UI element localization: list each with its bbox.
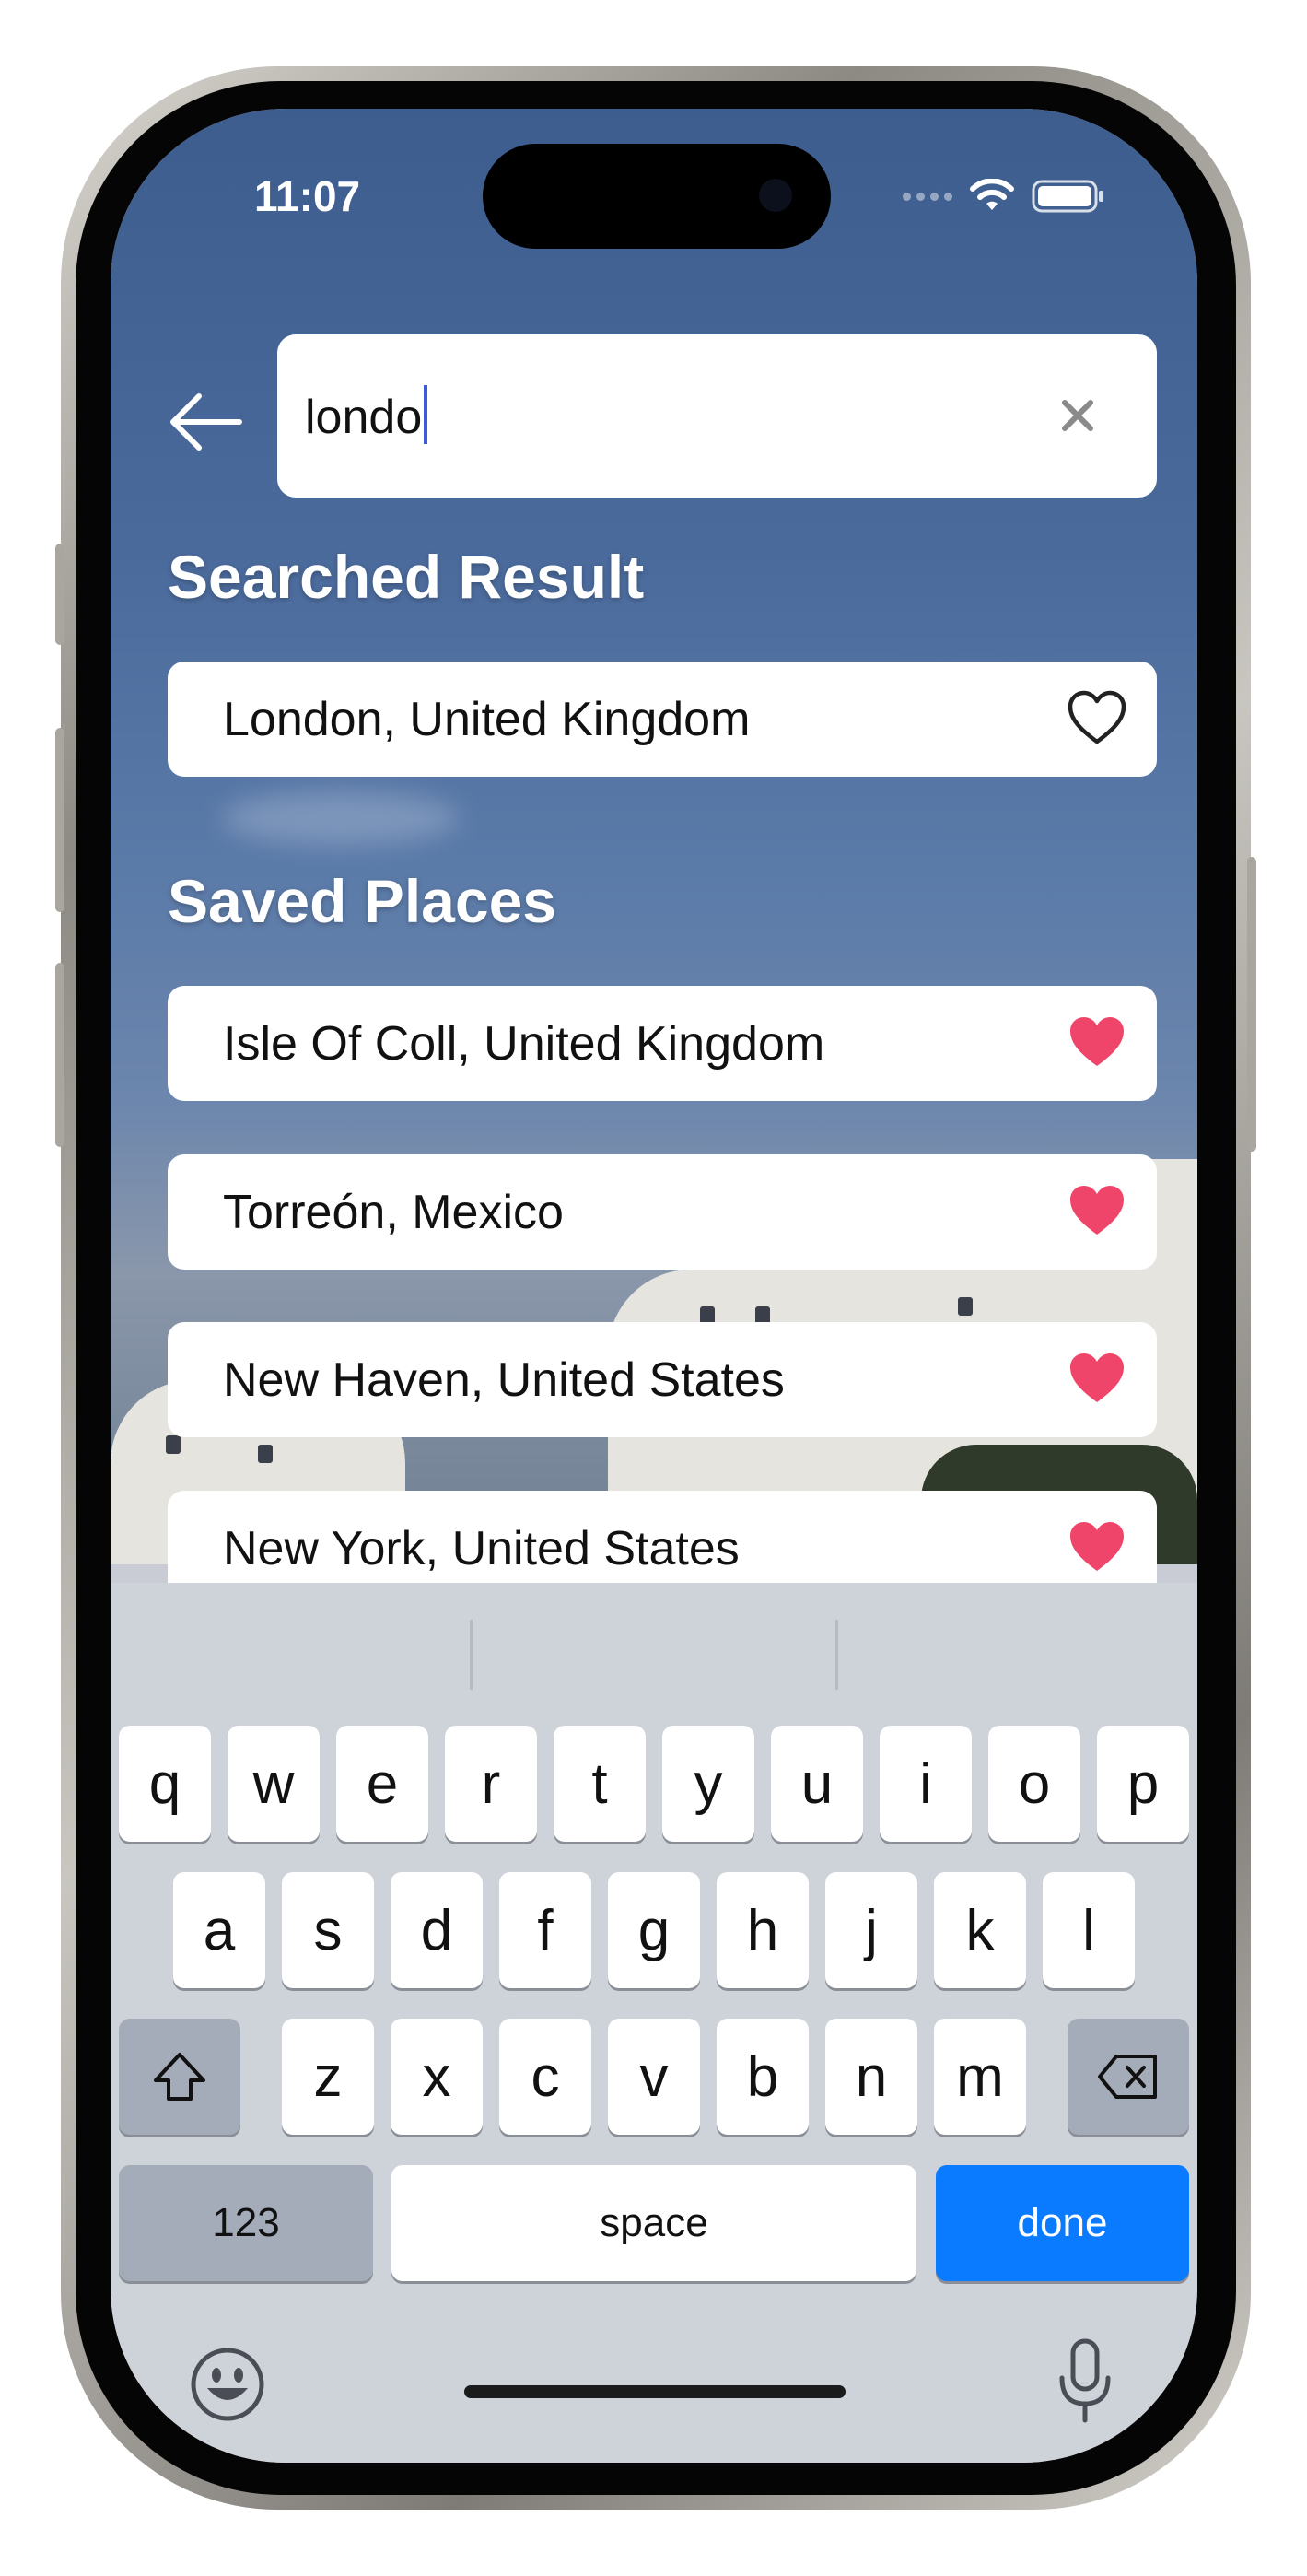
suggestion-divider — [470, 1620, 473, 1690]
back-button[interactable] — [166, 383, 243, 461]
heart-filled-icon[interactable] — [1067, 1518, 1127, 1575]
key-e[interactable]: e — [336, 1726, 428, 1842]
delete-key[interactable] — [1068, 2019, 1189, 2135]
heart-filled-icon[interactable] — [1067, 1182, 1127, 1239]
heart-filled-icon[interactable] — [1067, 1350, 1127, 1407]
emoji-icon — [191, 2348, 264, 2421]
search-input[interactable]: londo — [277, 334, 1157, 498]
shift-key[interactable] — [119, 2019, 240, 2135]
status-icons — [903, 179, 1105, 214]
key-r[interactable]: r — [445, 1726, 537, 1842]
key-u[interactable]: u — [771, 1726, 863, 1842]
key-j[interactable]: j — [825, 1872, 917, 1988]
saved-place-item[interactable]: Isle Of Coll, United Kingdom — [168, 986, 1157, 1101]
place-label: Isle Of Coll, United Kingdom — [223, 1017, 825, 1071]
heart-outline-icon[interactable] — [1067, 689, 1127, 746]
key-i[interactable]: i — [880, 1726, 972, 1842]
emoji-button[interactable] — [184, 2341, 271, 2428]
shift-icon — [154, 2053, 205, 2101]
key-h[interactable]: h — [717, 1872, 809, 1988]
place-label: Torreón, Mexico — [223, 1186, 564, 1239]
window — [166, 1435, 181, 1454]
search-result-item[interactable]: London, United Kingdom — [168, 662, 1157, 777]
key-z[interactable]: z — [282, 2019, 374, 2135]
clear-search-button[interactable] — [1054, 392, 1102, 439]
key-w[interactable]: w — [228, 1726, 320, 1842]
key-c[interactable]: c — [499, 2019, 591, 2135]
heart-filled-icon[interactable] — [1067, 1013, 1127, 1071]
saved-places-title: Saved Places — [168, 867, 556, 935]
key-b[interactable]: b — [717, 2019, 809, 2135]
action-button — [55, 544, 64, 645]
key-d[interactable]: d — [391, 1872, 483, 1988]
space-key[interactable]: space — [391, 2165, 916, 2281]
key-y[interactable]: y — [662, 1726, 754, 1842]
window — [958, 1297, 973, 1316]
front-camera-icon — [759, 179, 792, 212]
key-n[interactable]: n — [825, 2019, 917, 2135]
power-button — [1247, 857, 1256, 1152]
key-k[interactable]: k — [934, 1872, 1026, 1988]
text-caret — [424, 385, 428, 444]
place-label: London, United Kingdom — [223, 693, 751, 746]
dictation-button[interactable] — [1046, 2336, 1124, 2428]
done-key[interactable]: done — [936, 2165, 1189, 2281]
cloud — [221, 790, 461, 846]
key-v[interactable]: v — [608, 2019, 700, 2135]
key-m[interactable]: m — [934, 2019, 1026, 2135]
phone-screen: 11:07 londo Searched Result London, Unit… — [111, 109, 1197, 2463]
wifi-icon — [970, 179, 1014, 210]
home-indicator[interactable] — [464, 2385, 846, 2398]
place-label: New Haven, United States — [223, 1353, 785, 1407]
cellular-signal-icon — [903, 192, 952, 201]
key-g[interactable]: g — [608, 1872, 700, 1988]
search-input-value: londo — [305, 391, 423, 444]
key-l[interactable]: l — [1043, 1872, 1135, 1988]
volume-down-button — [55, 963, 64, 1147]
key-t[interactable]: t — [554, 1726, 646, 1842]
keyboard: q w e r t y u i o p a s d f g h j k l z … — [111, 1583, 1197, 2463]
arrow-left-icon — [170, 393, 242, 451]
saved-place-item[interactable]: Torreón, Mexico — [168, 1154, 1157, 1270]
place-label: New York, United States — [223, 1522, 740, 1575]
dynamic-island — [483, 144, 831, 249]
key-x[interactable]: x — [391, 2019, 483, 2135]
numbers-key[interactable]: 123 — [119, 2165, 373, 2281]
key-q[interactable]: q — [119, 1726, 211, 1842]
searched-result-title: Searched Result — [168, 543, 645, 611]
suggestion-divider — [835, 1620, 838, 1690]
key-a[interactable]: a — [173, 1872, 265, 1988]
microphone-icon — [1059, 2338, 1111, 2423]
key-o[interactable]: o — [988, 1726, 1080, 1842]
key-s[interactable]: s — [282, 1872, 374, 1988]
status-time: 11:07 — [254, 172, 361, 220]
close-icon — [1062, 400, 1093, 431]
saved-place-item[interactable]: New Haven, United States — [168, 1322, 1157, 1437]
backspace-icon — [1098, 2055, 1157, 2099]
battery-icon — [1032, 180, 1103, 213]
volume-up-button — [55, 728, 64, 912]
search-input-value-wrap: londo — [305, 385, 428, 445]
window — [258, 1445, 273, 1463]
key-f[interactable]: f — [499, 1872, 591, 1988]
key-p[interactable]: p — [1097, 1726, 1189, 1842]
